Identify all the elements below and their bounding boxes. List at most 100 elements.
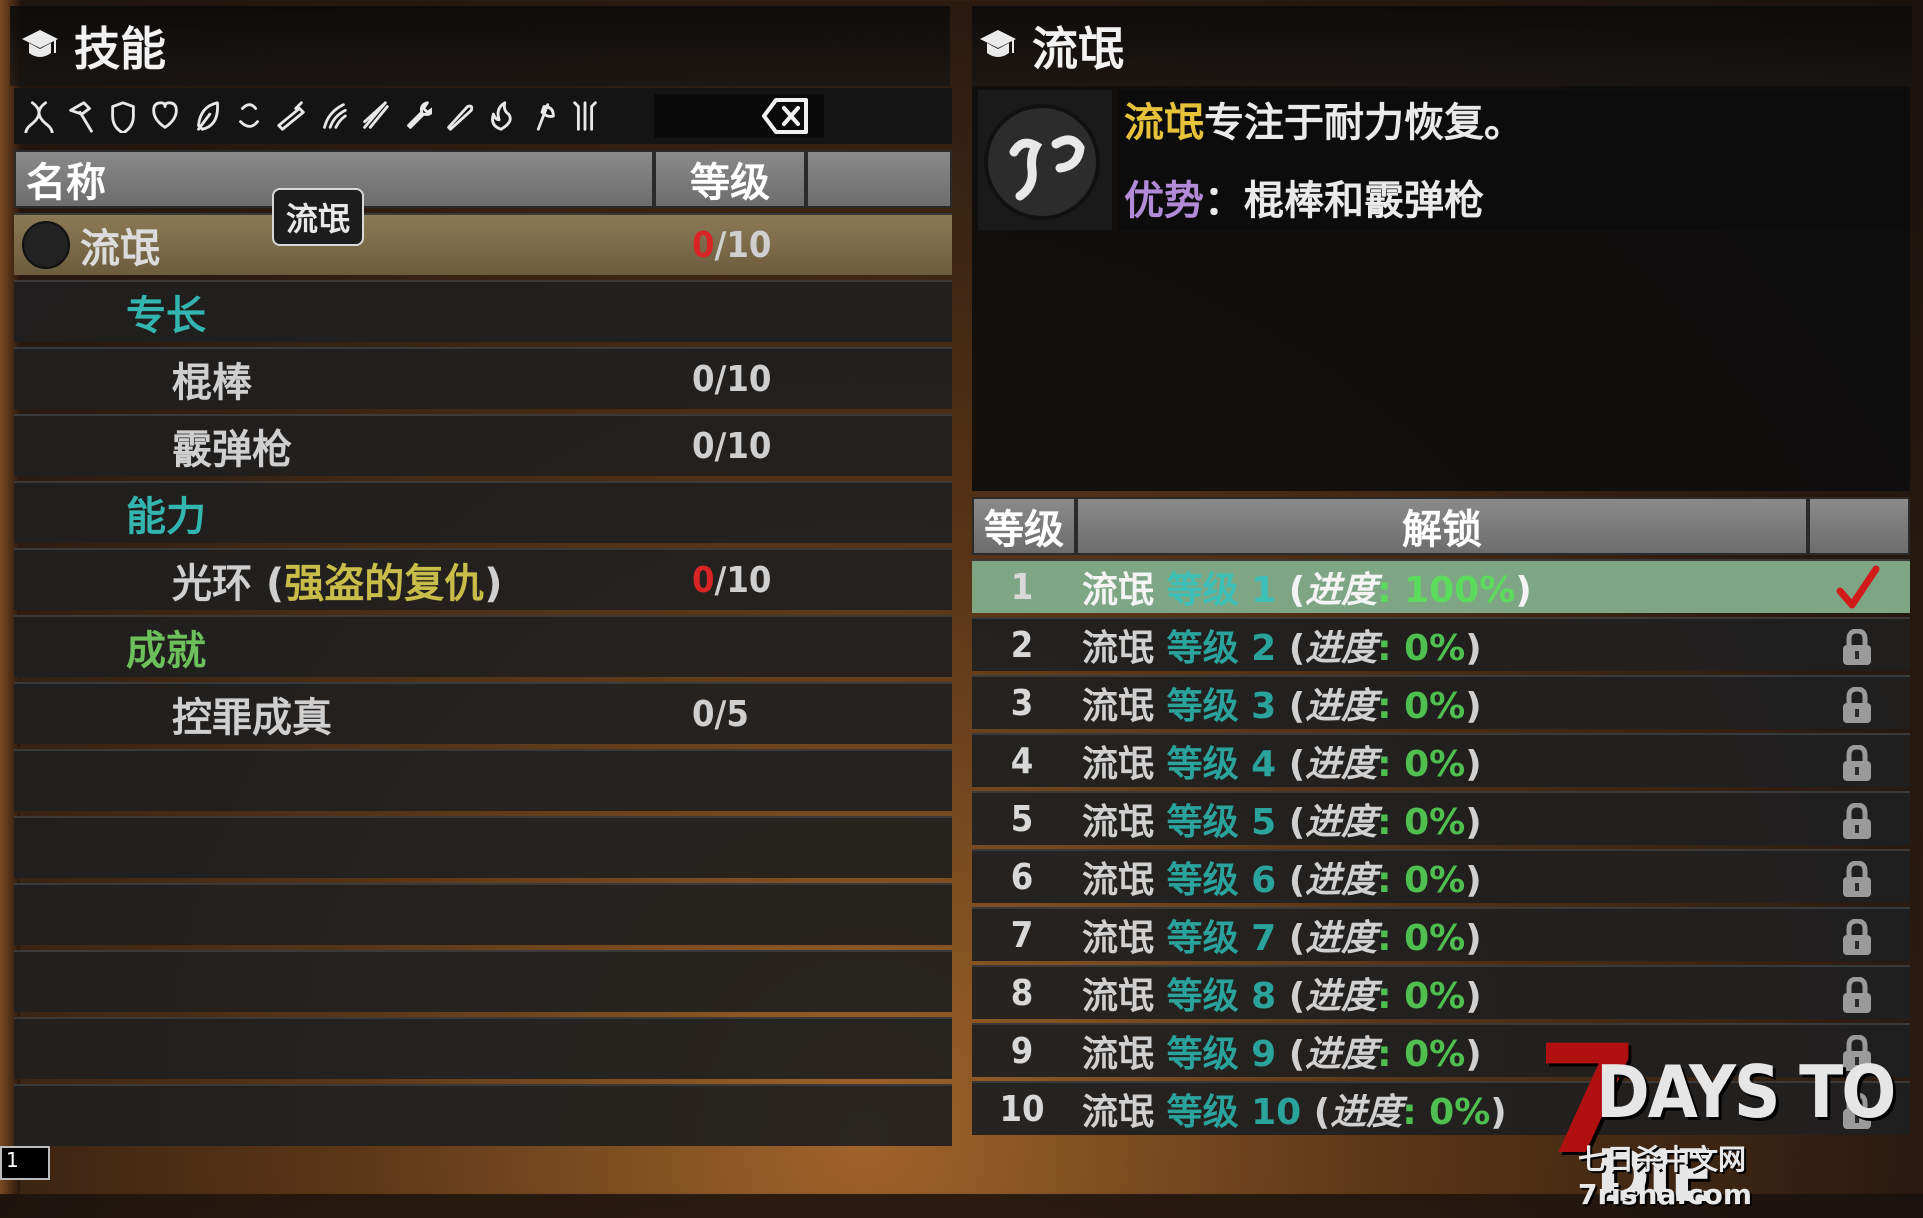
axe-icon[interactable]	[526, 96, 560, 136]
fire-icon[interactable]	[484, 96, 518, 136]
progress-value: : 100%	[1377, 570, 1516, 611]
level-unlock-text: 流氓 等级 9 (进度: 0%)	[1082, 1025, 1482, 1077]
knife-icon[interactable]	[442, 96, 476, 136]
level-number: 9	[1010, 1030, 1034, 1072]
ability-name: 光环 (强盗的复仇)	[172, 551, 503, 609]
advantage-label: 优势	[1124, 178, 1204, 224]
level-label: 等级 3	[1166, 686, 1277, 727]
level-skill-name: 流氓	[1082, 976, 1155, 1017]
progress-label: 进度	[1305, 918, 1378, 959]
advantage-text: 棍棒和霰弹枪	[1244, 178, 1484, 224]
description-text: 专注于耐力恢复。	[1204, 100, 1524, 146]
shotgun-icon[interactable]	[274, 96, 308, 136]
advantage-line: 优势：棍棒和霰弹枪	[1124, 168, 1484, 226]
paren-close: )	[1465, 802, 1482, 843]
level-label: 等级 6	[1166, 860, 1277, 901]
category-row: 专长	[14, 280, 952, 342]
column-header-level[interactable]: 等级	[972, 497, 1076, 555]
bracelet-icon[interactable]	[232, 96, 266, 136]
ability-name-suffix: )	[484, 561, 503, 607]
claw-icon[interactable]	[316, 96, 350, 136]
heart-shield-icon[interactable]	[148, 96, 182, 136]
corner-counter: 1	[0, 1146, 50, 1180]
progress-value: : 0%	[1377, 628, 1466, 669]
column-header-level[interactable]: 等级	[654, 150, 806, 208]
level-number: 4	[1010, 740, 1034, 782]
lock-icon	[1843, 745, 1871, 781]
graduation-cap-icon	[980, 30, 1016, 57]
progress-label: 进度	[1330, 1092, 1403, 1133]
empty-row	[14, 749, 952, 811]
paren-open: (	[1288, 1034, 1306, 1075]
column-header-unlock[interactable]: 解锁	[1076, 497, 1808, 555]
progress-value: : 0%	[1377, 686, 1466, 727]
page-title: 技能	[74, 22, 166, 76]
category-filter-bar	[14, 88, 952, 144]
level-skill-name: 流氓	[1082, 628, 1155, 669]
category-label: 专长	[126, 293, 206, 339]
skill-row[interactable]: 流氓 0/10	[14, 213, 952, 275]
level-row[interactable]: 7 流氓 等级 7 (进度: 0%)	[972, 907, 1910, 961]
paren-open: (	[1288, 802, 1306, 843]
lock-icon	[1843, 687, 1871, 723]
level-unlock-text: 流氓 等级 1 (进度: 100%)	[1082, 561, 1532, 613]
level-skill-name: 流氓	[1082, 744, 1155, 785]
progress-value: : 0%	[1402, 1092, 1491, 1133]
feather-icon[interactable]	[190, 96, 224, 136]
level-row[interactable]: 5 流氓 等级 5 (进度: 0%)	[972, 791, 1910, 845]
paren-open: (	[1288, 570, 1306, 611]
paren-close: )	[1465, 628, 1482, 669]
level-skill-name: 流氓	[1082, 1092, 1155, 1133]
perk-row[interactable]: 控罪成真 0/5	[14, 682, 952, 744]
wrench-icon[interactable]	[400, 96, 434, 136]
category-row: 成就	[14, 615, 952, 677]
level-number: 2	[1010, 624, 1034, 666]
level-number: 1	[1010, 566, 1034, 608]
game-logo-watermark: 7 DAYS TO DIE 七日杀中文网7risha.com	[1536, 1014, 1916, 1218]
level-current: 0	[692, 559, 715, 601]
level-label: 等级 9	[1166, 1034, 1277, 1075]
ability-row[interactable]: 光环 (强盗的复仇) 0/10	[14, 548, 952, 610]
level-label: 等级 5	[1166, 802, 1277, 843]
paren-close: )	[1465, 860, 1482, 901]
spear-icon[interactable]	[568, 96, 602, 136]
level-row[interactable]: 3 流氓 等级 3 (进度: 0%)	[972, 675, 1910, 729]
detail-title: 流氓	[1032, 22, 1124, 76]
level-max: /10	[714, 559, 772, 601]
level-row[interactable]: 8 流氓 等级 8 (进度: 0%)	[972, 965, 1910, 1019]
level-skill-name: 流氓	[1082, 860, 1155, 901]
progress-value: : 0%	[1377, 976, 1466, 1017]
arrows-icon[interactable]	[358, 96, 392, 136]
perk-row[interactable]: 棍棒 0/10	[14, 347, 952, 409]
progress-label: 进度	[1305, 686, 1378, 727]
level-number: 7	[1010, 914, 1034, 956]
level-skill-name: 流氓	[1082, 570, 1155, 611]
level-row[interactable]: 2 流氓 等级 2 (进度: 0%)	[972, 617, 1910, 671]
hammer-icon[interactable]	[64, 96, 98, 136]
perk-row[interactable]: 霰弹枪 0/10	[14, 414, 952, 476]
level-unlock-text: 流氓 等级 4 (进度: 0%)	[1082, 735, 1482, 787]
skills-panel-title: 技能	[10, 6, 950, 86]
description-skill-name: 流氓	[1124, 100, 1204, 146]
paren-open: (	[1313, 1092, 1331, 1133]
graduation-cap-icon	[22, 30, 58, 57]
empty-row	[14, 950, 952, 1012]
category-label: 成就	[126, 628, 206, 674]
category-label: 能力	[126, 494, 206, 540]
level-number: 10	[999, 1088, 1045, 1130]
level-label: 等级 10	[1166, 1092, 1302, 1133]
skill-icon-frame	[978, 90, 1112, 230]
level-label: 等级 7	[1166, 918, 1277, 959]
shield-icon[interactable]	[106, 96, 140, 136]
lock-icon	[1843, 803, 1871, 839]
level-row[interactable]: 1 流氓 等级 1 (进度: 100%)	[972, 559, 1910, 613]
dna-icon[interactable]	[22, 96, 56, 136]
clear-search-icon[interactable]	[762, 96, 810, 136]
level-row[interactable]: 6 流氓 等级 6 (进度: 0%)	[972, 849, 1910, 903]
level-row[interactable]: 4 流氓 等级 4 (进度: 0%)	[972, 733, 1910, 787]
column-header-extra	[806, 150, 952, 208]
paren-close: )	[1465, 918, 1482, 959]
level-skill-name: 流氓	[1082, 686, 1155, 727]
description-line: 流氓专注于耐力恢复。	[1124, 90, 1524, 148]
lock-icon	[1843, 919, 1871, 955]
